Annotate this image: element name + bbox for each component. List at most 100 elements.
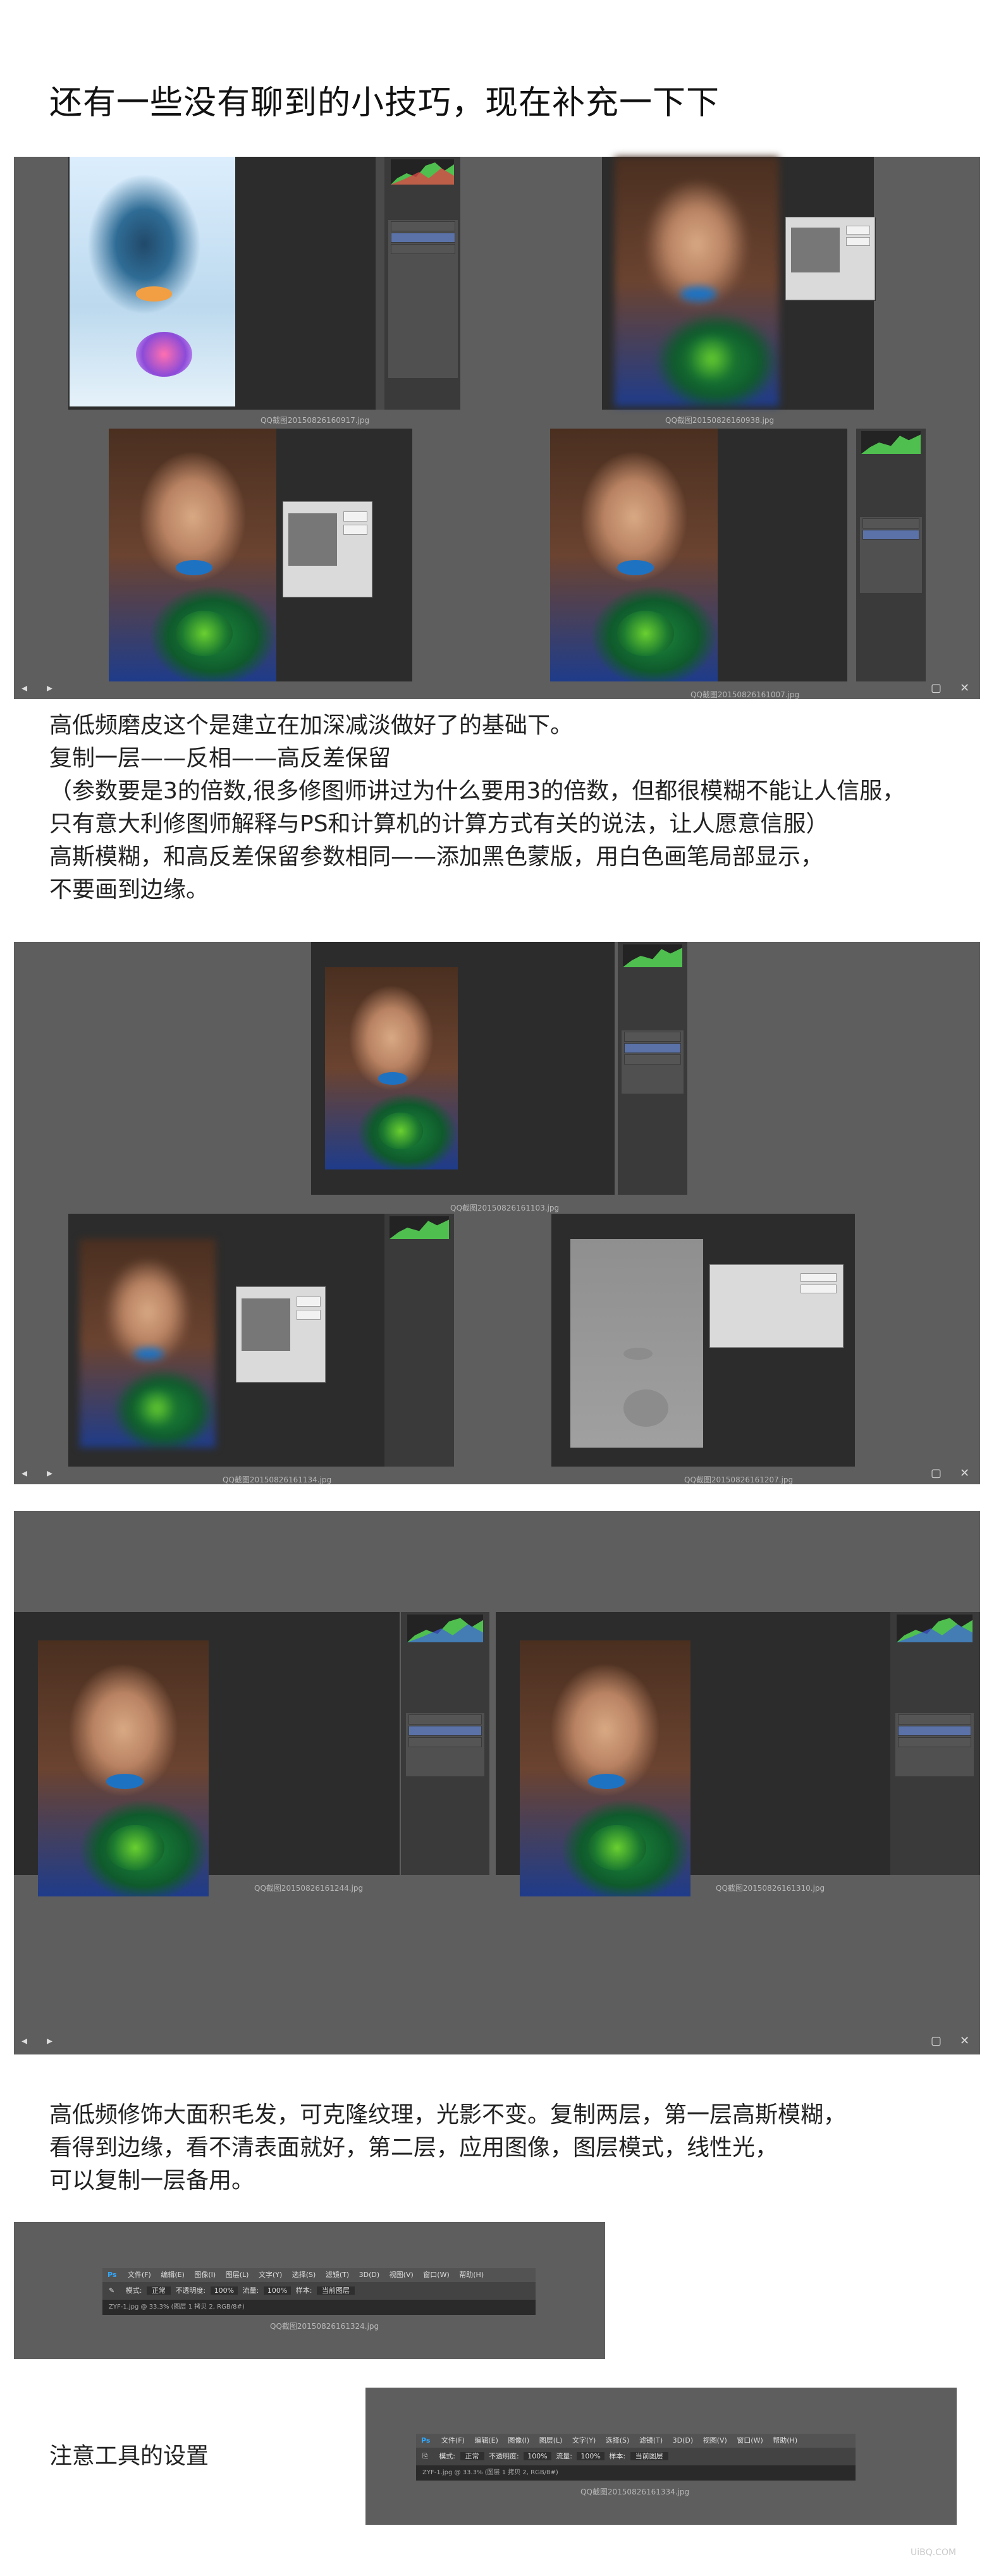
ps-panels-2a xyxy=(618,942,687,1195)
menu-layer[interactable]: 图层(L) xyxy=(536,2436,567,2445)
gaussian-blur-dialog[interactable] xyxy=(236,1286,326,1383)
photo-high-pass xyxy=(570,1239,703,1448)
ps-window-2a xyxy=(311,942,615,1195)
menu-layer[interactable]: 图层(L) xyxy=(222,2271,253,2279)
sample-select[interactable]: 当前图层 xyxy=(317,2286,355,2295)
photo-base xyxy=(615,157,779,406)
opacity-value[interactable]: 100% xyxy=(524,2452,551,2460)
ps-window-3b xyxy=(496,1612,890,1896)
document-tab[interactable]: ZYF-1.jpg @ 33.3% (图层 1 拷贝 2, RGB/8#) xyxy=(102,2300,536,2315)
close-icon[interactable]: ✕ xyxy=(960,1467,969,1480)
paragraph-1: 高低频磨皮这个是建立在加深减淡做好了的基础下。 复制一层——反相——高反差保留 … xyxy=(49,709,905,906)
ps-window-1c xyxy=(109,429,412,681)
ps-logo: Ps xyxy=(107,2271,117,2279)
high-pass-dialog[interactable] xyxy=(283,501,372,597)
screenshot-3: QQ截图20150826161244.jpg QQ截图2015082616131… xyxy=(14,1511,980,2054)
next-icon[interactable]: ▸ xyxy=(47,2034,52,2048)
text-line: 高斯模糊，和高反差保留参数相同——添加黑色蒙版，用白色画笔局部显示， xyxy=(49,844,824,870)
sample-label: 样本: xyxy=(609,2452,626,2460)
menu-file[interactable]: 文件(F) xyxy=(438,2436,469,2445)
photo-portrait-2 xyxy=(550,429,718,681)
menu-help[interactable]: 帮助(H) xyxy=(455,2271,488,2279)
fullscreen-icon[interactable]: ▢ xyxy=(931,681,942,695)
text-line: 只有意大利修图师解释与PS和计算机的计算方式有关的说法，让人愿意信服） xyxy=(49,811,829,837)
clone-tool-icon[interactable]: ⎘ xyxy=(416,2452,434,2460)
screenshot-2: QQ截图20150826161103.jpg QQ截图2015082616113… xyxy=(14,942,980,1484)
ps-panels xyxy=(376,157,460,410)
menu-view[interactable]: 视图(V) xyxy=(699,2436,731,2445)
text-line: （参数要是3的倍数,很多修图师讲过为什么要用3的倍数，但都很模糊不能让人信服， xyxy=(49,778,905,804)
caption-3a: QQ截图20150826161244.jpg xyxy=(254,1884,364,1893)
photo-portrait xyxy=(109,429,276,681)
menu-edit[interactable]: 编辑(E) xyxy=(157,2271,188,2279)
screenshot-5: Ps 文件(F) 编辑(E) 图像(I) 图层(L) 文字(Y) 选择(S) 滤… xyxy=(365,2388,957,2525)
next-icon[interactable]: ▸ xyxy=(47,1467,52,1480)
fullscreen-icon[interactable]: ▢ xyxy=(931,1467,942,1480)
menu-image[interactable]: 图像(I) xyxy=(190,2271,219,2279)
mode-select[interactable]: 正常 xyxy=(460,2452,484,2460)
note-text: 注意工具的设置 xyxy=(49,2443,209,2469)
menu-type[interactable]: 文字(Y) xyxy=(255,2271,286,2279)
apply-image-dialog[interactable] xyxy=(709,1264,844,1348)
menu-select[interactable]: 选择(S) xyxy=(288,2271,320,2279)
close-icon[interactable]: ✕ xyxy=(960,2034,969,2048)
caption-2b: QQ截图20150826161134.jpg xyxy=(223,1475,332,1484)
menu-type[interactable]: 文字(Y) xyxy=(568,2436,599,2445)
menu-edit[interactable]: 编辑(E) xyxy=(470,2436,502,2445)
document-tab[interactable]: ZYF-1.jpg @ 33.3% (图层 1 拷贝 2, RGB/8#) xyxy=(416,2465,856,2481)
opacity-value[interactable]: 100% xyxy=(210,2286,238,2295)
caption-1b: QQ截图20150826160938.jpg xyxy=(665,416,775,425)
menu-3d[interactable]: 3D(D) xyxy=(355,2271,384,2279)
sample-label: 样本: xyxy=(295,2286,312,2295)
brush-tool-icon[interactable]: ✎ xyxy=(102,2286,121,2295)
histogram xyxy=(861,431,921,454)
menu-3d[interactable]: 3D(D) xyxy=(669,2436,697,2445)
flow-value[interactable]: 100% xyxy=(577,2452,604,2460)
page-title: 还有一些没有聊到的小技巧，现在补充一下下 xyxy=(49,84,720,122)
menu-view[interactable]: 视图(V) xyxy=(386,2271,417,2279)
layers-panel xyxy=(860,517,922,593)
histogram xyxy=(390,1216,449,1239)
menu-filter[interactable]: 滤镜(T) xyxy=(635,2436,666,2445)
menu-window[interactable]: 窗口(W) xyxy=(419,2271,453,2279)
flow-value[interactable]: 100% xyxy=(263,2286,291,2295)
layers-panel xyxy=(622,1030,684,1094)
opacity-label: 不透明度: xyxy=(175,2286,206,2295)
photo-final xyxy=(520,1640,690,1896)
histogram xyxy=(407,1615,483,1642)
fullscreen-icon[interactable]: ▢ xyxy=(931,2034,942,2048)
layers-panel xyxy=(895,1713,974,1776)
photo-retouched xyxy=(38,1640,209,1896)
histogram xyxy=(623,944,682,967)
opacity-label: 不透明度: xyxy=(489,2452,519,2460)
ps-panels-3b xyxy=(890,1612,980,1875)
ps-window-1b xyxy=(602,157,875,410)
ps-options-bar: ✎ 模式: 正常 不透明度: 100% 流量: 100% 样本: 当前图层 xyxy=(102,2282,536,2300)
ps-panels-3a xyxy=(401,1612,489,1875)
menu-window[interactable]: 窗口(W) xyxy=(733,2436,766,2445)
ps-menubar: Ps 文件(F) 编辑(E) 图像(I) 图层(L) 文字(Y) 选择(S) 滤… xyxy=(102,2268,536,2282)
menu-image[interactable]: 图像(I) xyxy=(504,2436,533,2445)
site-watermark: UiBQ.COM xyxy=(911,2548,957,2558)
sample-select[interactable]: 当前图层 xyxy=(630,2452,668,2460)
photo-inverted xyxy=(70,157,235,406)
mode-select[interactable]: 正常 xyxy=(146,2286,171,2295)
caption-1a: QQ截图20150826160917.jpg xyxy=(261,416,370,425)
caption-2a: QQ截图20150826161103.jpg xyxy=(450,1204,560,1212)
prev-icon[interactable]: ◂ xyxy=(21,2034,27,2048)
menu-filter[interactable]: 滤镜(T) xyxy=(322,2271,353,2279)
mode-label: 模式: xyxy=(125,2286,142,2295)
ps-logo: Ps xyxy=(421,2436,431,2445)
filter-dialog[interactable] xyxy=(785,217,875,300)
menu-select[interactable]: 选择(S) xyxy=(602,2436,634,2445)
next-icon[interactable]: ▸ xyxy=(47,681,52,695)
text-line: 复制一层——反相——高反差保留 xyxy=(49,745,391,771)
document-tab-label: ZYF-1.jpg @ 33.3% (图层 1 拷贝 2, RGB/8#) xyxy=(109,2304,245,2310)
close-icon[interactable]: ✕ xyxy=(960,681,969,695)
menu-help[interactable]: 帮助(H) xyxy=(769,2436,801,2445)
histogram xyxy=(897,1615,973,1642)
prev-icon[interactable]: ◂ xyxy=(21,1467,27,1480)
prev-icon[interactable]: ◂ xyxy=(21,681,27,695)
ps-window-2c xyxy=(551,1214,855,1467)
menu-file[interactable]: 文件(F) xyxy=(124,2271,155,2279)
